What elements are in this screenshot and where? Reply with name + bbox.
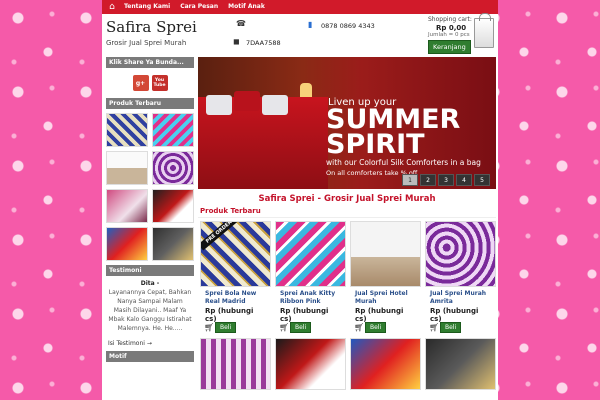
slider-page-2[interactable]: 2 [420,174,436,186]
product-grid-row-2 [198,338,496,390]
top-navigation: ⌂ Tentang Kami Cara Pesan Motif Anak [102,0,498,14]
site-title[interactable]: Safira Sprei [106,18,197,36]
home-icon[interactable]: ⌂ [105,1,119,13]
testimonial-author: Dita - [140,280,160,287]
bbm-icon: ◼ [233,37,240,46]
product-image[interactable] [275,338,346,390]
product-name[interactable]: Sprei Bola New Real Madrid [200,287,271,307]
product-image[interactable] [275,221,346,287]
product-image[interactable]: PRE ORDER [200,221,271,287]
phone-number: 0878 0869 4343 [321,22,375,30]
youtube-icon[interactable]: You Tube [151,75,168,91]
slider-page-4[interactable]: 4 [456,174,472,186]
testimoni-title: Testimoni [106,265,194,276]
buy-control: 🛒︎ Beli [204,322,237,333]
main-content: Liven up your SUMMER SPIRIT with our Col… [198,57,496,390]
banner-lamp [300,83,312,97]
google-plus-icon[interactable]: g+ [132,75,149,91]
testimonial-text: Layanannya Cepat, Bahkan Nanya Sampai Ma… [108,289,192,332]
shopping-bag-icon [474,13,494,48]
cart-icon: 🛒︎ [429,323,440,332]
product-price: Rp (hubungi cs) [355,307,404,323]
buy-control: 🛒︎ Beli [429,322,462,333]
bbm-pin: 7DAA7588 [246,39,281,47]
main-title: Safira Sprei - Grosir Jual Sprei Murah [258,194,436,204]
buy-button[interactable]: Beli [290,322,312,333]
banner-headline: SUMMER SPIRIT [326,106,460,160]
product-name[interactable]: Jual Sprei Murah Amrita [425,287,496,307]
product-thumbnail[interactable] [106,189,148,223]
slider-page-3[interactable]: 3 [438,174,454,186]
page-container: ⌂ Tentang Kami Cara Pesan Motif Anak Saf… [102,0,498,400]
product-card: PRE ORDER Sprei Bola New Real Madrid Rp … [200,221,271,335]
buy-button[interactable]: Beli [215,322,237,333]
banner-pillow [234,91,260,111]
product-thumbnail[interactable] [152,151,194,185]
product-name[interactable]: Jual Sprei Hotel Murah [350,287,421,307]
cart-amount: Rp 0,00 [436,24,467,32]
cart-icon: 🛒︎ [204,323,215,332]
testimonial: Dita - Layanannya Cepat, Bahkan Nanya Sa… [106,276,194,336]
header: Safira Sprei Grosir Jual Sprei Murah ☎ 0… [102,13,498,57]
share-widget-title: Klik Share Ya Bunda... [106,57,194,68]
product-image[interactable] [425,338,496,390]
product-thumbnail[interactable] [106,227,148,261]
product-card: Jual Sprei Murah Amrita Rp (hubungi cs) … [425,221,496,335]
sidebar-product-thumbnails [106,109,194,265]
product-thumbnail[interactable] [106,151,148,185]
pre-order-badge: PRE ORDER [201,222,241,251]
product-card: Jual Sprei Hotel Murah Rp (hubungi cs) 🛒… [350,221,421,335]
nav-motif-anak[interactable]: Motif Anak [223,0,270,14]
banner-pillow [206,95,232,115]
site-tagline: Grosir Jual Sprei Murah [106,39,187,47]
shopping-cart: Shopping cart: Rp 0,00 Jumlah = 0 pcs Ke… [410,13,496,56]
nav-tentang-kami[interactable]: Tentang Kami [119,0,175,14]
buy-control: 🛒︎ Beli [279,322,312,333]
product-image[interactable] [350,221,421,287]
product-card: Sprei Anak Kitty Ribbon Pink Rp (hubungi… [275,221,346,335]
sidebar-products-title: Produk Terbaru [106,98,194,109]
cart-icon: 🛒︎ [354,323,365,332]
slider-pager: 1 2 3 4 5 [402,174,490,186]
motif-title: Motif [106,351,194,362]
cart-icon: 🛒︎ [279,323,290,332]
section-title: Produk Terbaru [198,207,496,218]
sidebar: Klik Share Ya Bunda... g+ You Tube Produ… [106,57,194,362]
banner-headline-2: SPIRIT [326,129,425,160]
slider-page-1[interactable]: 1 [402,174,418,186]
product-grid: PRE ORDER Sprei Bola New Real Madrid Rp … [198,218,496,338]
product-image[interactable] [200,338,271,390]
slider-page-5[interactable]: 5 [474,174,490,186]
product-price: Rp (hubungi cs) [430,307,479,323]
product-image[interactable] [350,338,421,390]
product-price: Rp (hubungi cs) [205,307,254,323]
more-testimonials-link[interactable]: Isi Testimoni → [106,336,194,351]
buy-button[interactable]: Beli [365,322,387,333]
smartphone-icon: ▮ [308,20,313,29]
product-thumbnail[interactable] [152,227,194,261]
phone-icon: ☎ [236,19,246,28]
nav-cara-pesan[interactable]: Cara Pesan [175,0,223,14]
product-thumbnail[interactable] [152,113,194,147]
cart-label: Shopping cart: [428,16,472,23]
product-image[interactable] [425,221,496,287]
cart-button[interactable]: Keranjang [428,40,471,54]
product-thumbnail[interactable] [106,113,148,147]
banner-line-3: with our Colorful Silk Comforters in a b… [326,158,481,167]
buy-button[interactable]: Beli [440,322,462,333]
social-buttons: g+ You Tube [106,68,194,98]
product-name[interactable]: Sprei Anak Kitty Ribbon Pink [275,287,346,307]
product-price: Rp (hubungi cs) [280,307,329,323]
cart-quantity: Jumlah = 0 pcs [428,32,470,38]
buy-control: 🛒︎ Beli [354,322,387,333]
product-thumbnail[interactable] [152,189,194,223]
banner-slider[interactable]: Liven up your SUMMER SPIRIT with our Col… [198,57,496,189]
banner-pillow [262,95,288,115]
